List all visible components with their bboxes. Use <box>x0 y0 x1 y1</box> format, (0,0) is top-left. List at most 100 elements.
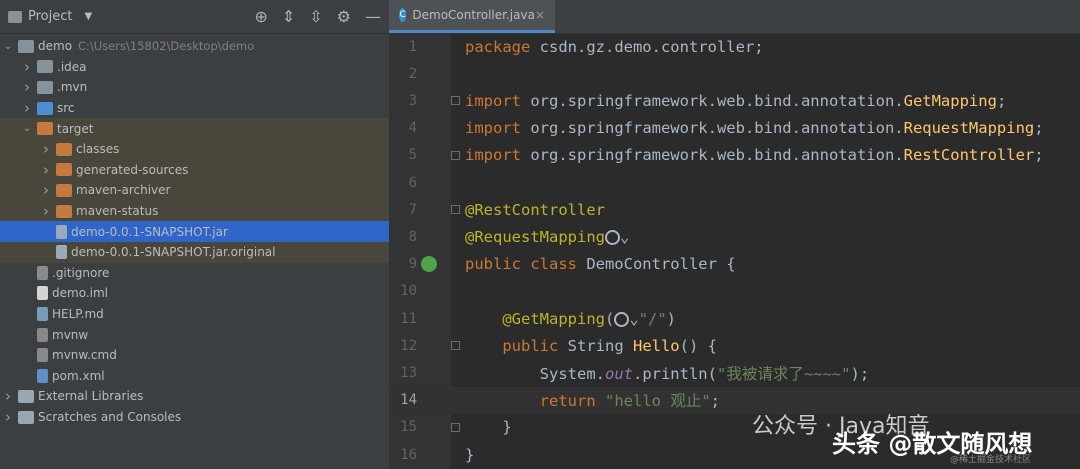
chevron-down-icon[interactable]: ⌄ <box>21 123 33 134</box>
fold-icon[interactable] <box>451 341 460 351</box>
code-line: 6 <box>408 174 417 191</box>
tree-item-label: target <box>57 121 94 136</box>
tree-item[interactable]: ⌄ demo C:\Users\15802\Desktop\demo <box>0 36 389 57</box>
chevron-right-icon[interactable]: › <box>40 181 52 199</box>
chevron-right-icon[interactable]: › <box>21 78 33 96</box>
tree-item-label: .idea <box>57 59 87 74</box>
tree-item[interactable]: demo-0.0.1-SNAPSHOT.jar <box>0 221 389 242</box>
tree-item-label: demo-0.0.1-SNAPSHOT.jar <box>71 224 228 239</box>
tree-item[interactable]: › .mvn <box>0 77 389 98</box>
code-line: 13 System.out.println("我被请求了~~~~"); <box>400 364 870 383</box>
folder-orange-icon <box>56 183 72 197</box>
file-cmd-icon <box>37 327 48 342</box>
fold-icon[interactable] <box>451 422 460 432</box>
code-line: 12 public String Hello() { <box>400 336 717 355</box>
code-line: 8 @RequestMapping ⌄ <box>408 227 630 246</box>
tree-item-label: demo.iml <box>52 286 108 301</box>
chevron-right-icon[interactable]: › <box>2 408 14 426</box>
tree-item[interactable]: demo-0.0.1-SNAPSHOT.jar.original <box>0 242 389 263</box>
code-line: 9 public class DemoController { <box>408 255 736 274</box>
project-icon <box>8 10 22 23</box>
tree-item-label: .gitignore <box>52 265 110 280</box>
tree-item[interactable]: › Scratches and Consoles <box>0 407 389 428</box>
lib-icon <box>18 410 34 424</box>
editor-tab-bar: C DemoController.java × <box>389 0 1080 34</box>
file-git-icon <box>37 265 48 280</box>
chevron-right-icon[interactable]: › <box>21 99 33 117</box>
code-line: 3 import org.springframework.web.bind.ann… <box>408 91 1007 110</box>
tree-item[interactable]: › maven-status <box>0 200 389 222</box>
globe-icon[interactable] <box>614 311 630 327</box>
tree-item-label: classes <box>76 142 120 157</box>
tree-item[interactable]: mvnw <box>0 324 389 345</box>
tree-item-label: mvnw <box>52 327 89 342</box>
locate-icon[interactable]: ⊕ <box>254 7 267 26</box>
globe-icon[interactable] <box>604 229 620 245</box>
watermark-juejin: @稀土掘金技术社区 <box>950 455 1032 465</box>
folder-src-icon <box>37 101 53 115</box>
tree-item[interactable]: › src <box>0 98 389 119</box>
file-jar-icon <box>56 245 67 260</box>
tree-item[interactable]: mvnw.cmd <box>0 345 389 366</box>
code-line: 2 <box>408 65 417 82</box>
tree-item-label: src <box>57 101 75 116</box>
tree-item[interactable]: demo.iml <box>0 283 389 304</box>
fold-icon[interactable] <box>451 205 460 215</box>
fold-icon[interactable] <box>451 96 460 106</box>
tree-item-label: maven-archiver <box>76 183 171 198</box>
tree-item-label: mvnw.cmd <box>52 348 117 363</box>
project-panel-title: Project <box>28 9 73 24</box>
folder-orange-icon <box>56 142 72 156</box>
tree-item-label: maven-status <box>76 204 159 219</box>
tree-item[interactable]: ⌄ target <box>0 118 389 139</box>
tree-item-path: C:\Users\15802\Desktop\demo <box>78 39 255 54</box>
tree-item[interactable]: › classes <box>0 139 389 160</box>
chevron-right-icon[interactable]: › <box>2 387 14 405</box>
java-class-icon: C <box>399 8 407 22</box>
tree-item-label: Scratches and Consoles <box>38 410 182 425</box>
file-pom-icon <box>37 368 48 383</box>
expand-all-icon[interactable]: ⇕ <box>282 7 295 26</box>
spring-bean-icon[interactable] <box>421 256 437 273</box>
chevron-right-icon[interactable]: › <box>40 202 52 220</box>
folder-orange-icon <box>37 122 53 136</box>
hide-icon[interactable]: — <box>365 7 381 26</box>
file-md-icon <box>37 307 48 322</box>
tree-item-label: .mvn <box>57 80 88 95</box>
tree-item[interactable]: › External Libraries <box>0 386 389 407</box>
project-panel: Project ▼ ⊕ ⇕ ⇳ ⚙ — ⌄ demo C:\Users\15802\… <box>0 0 389 469</box>
lib-icon <box>18 389 34 403</box>
file-jar-icon <box>56 224 67 239</box>
tree-item-label: demo-0.0.1-SNAPSHOT.jar.original <box>71 245 276 260</box>
code-line: 5 import org.springframework.web.bind.ann… <box>408 146 1044 165</box>
tree-item-label: demo <box>38 39 73 54</box>
chevron-down-icon[interactable]: ⌄ <box>2 41 14 52</box>
tab-label: DemoController.java <box>412 8 535 22</box>
gear-icon[interactable]: ⚙ <box>337 7 351 26</box>
folder-icon <box>37 60 53 74</box>
file-icon <box>37 286 48 301</box>
code-line: 10 <box>400 283 417 300</box>
tab-democontroller[interactable]: C DemoController.java × <box>389 0 555 33</box>
folder-icon <box>18 39 34 53</box>
fold-icon[interactable] <box>451 150 460 160</box>
tree-item[interactable]: › maven-archiver <box>0 180 389 201</box>
tree-item-label: generated-sources <box>76 162 189 177</box>
folder-orange-icon <box>56 204 72 218</box>
collapse-all-icon[interactable]: ⇳ <box>309 7 322 26</box>
chevron-down-icon: ▼ <box>84 11 93 22</box>
code-line-current: 14 return "hello 观止"; <box>389 386 1080 414</box>
folder-icon <box>37 80 53 94</box>
chevron-right-icon[interactable]: › <box>40 140 52 158</box>
tree-item-label: pom.xml <box>52 368 105 383</box>
editor-area: C DemoController.java × 1 package csdn.gz… <box>389 0 1080 469</box>
tree-item[interactable]: pom.xml <box>0 366 389 387</box>
close-icon[interactable]: × <box>535 8 545 22</box>
chevron-right-icon[interactable]: › <box>40 161 52 179</box>
tree-item[interactable]: HELP.md <box>0 304 389 325</box>
chevron-right-icon[interactable]: › <box>21 58 33 76</box>
tree-item[interactable]: › .idea <box>0 57 389 78</box>
tree-item[interactable]: › generated-sources <box>0 159 389 181</box>
project-view-selector[interactable]: Project ▼ <box>8 9 92 24</box>
tree-item[interactable]: .gitignore <box>0 263 389 284</box>
